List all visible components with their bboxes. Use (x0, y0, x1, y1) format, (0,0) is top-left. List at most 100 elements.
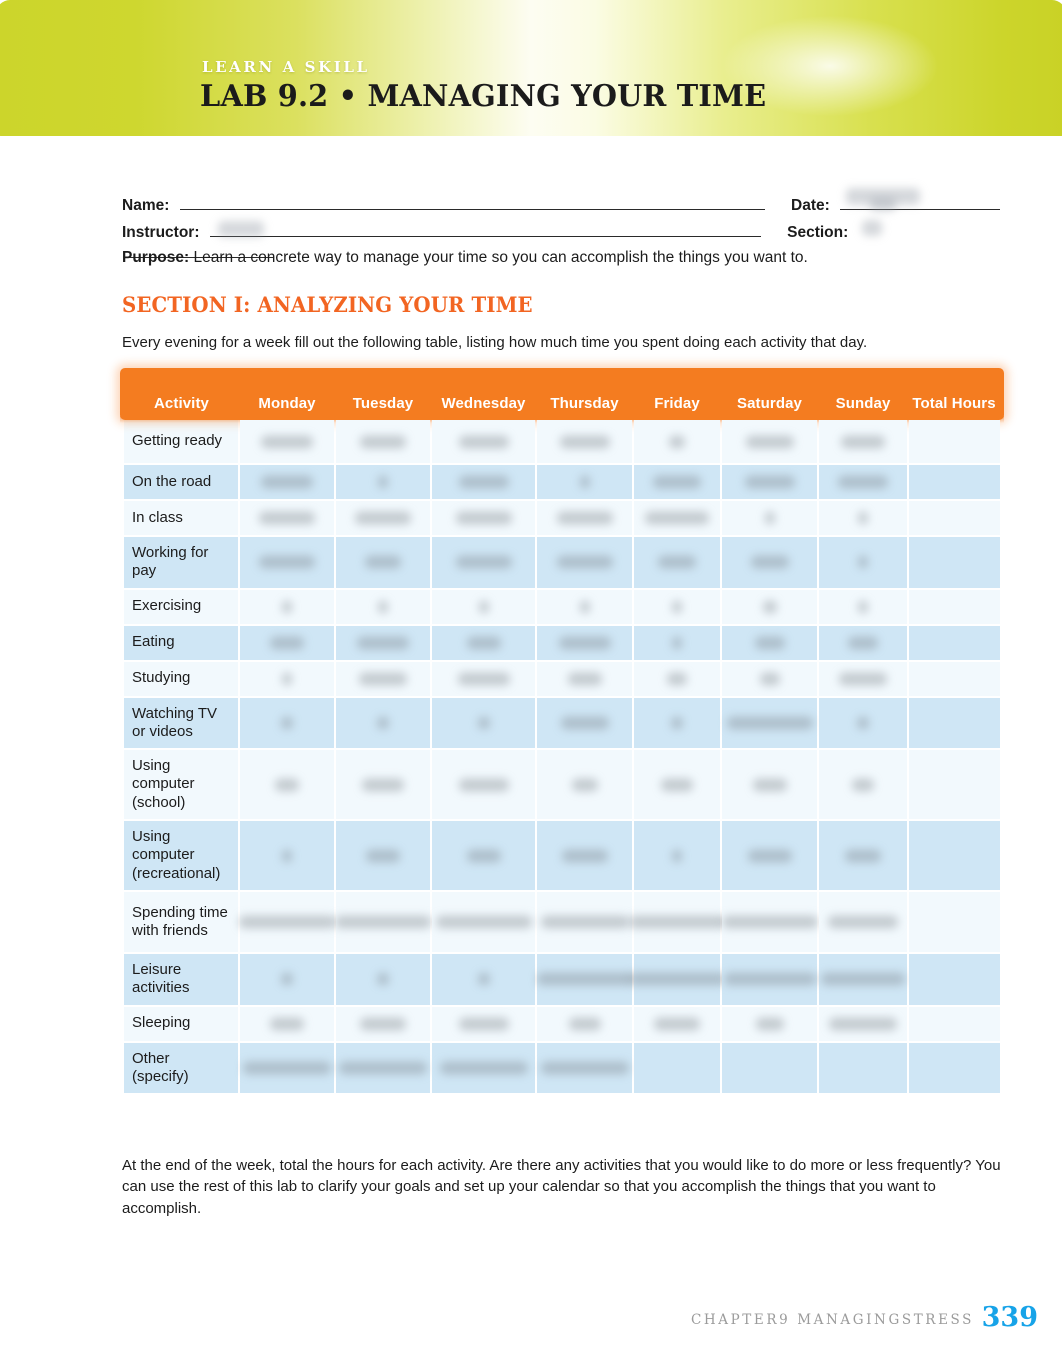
day-entry-cell[interactable] (335, 660, 432, 698)
day-entry-cell[interactable] (335, 1005, 432, 1043)
day-entry-cell[interactable] (721, 1041, 819, 1094)
day-entry-cell[interactable] (633, 624, 722, 662)
day-entry-cell[interactable] (431, 500, 537, 537)
day-entry-cell[interactable] (431, 660, 537, 698)
day-entry-cell[interactable] (431, 749, 537, 822)
day-entry-cell[interactable] (818, 588, 909, 626)
day-entry-cell[interactable] (536, 952, 634, 1007)
day-entry-cell[interactable] (721, 1005, 819, 1043)
day-entry-cell[interactable] (431, 464, 537, 501)
total-hours-cell[interactable] (908, 820, 1000, 892)
day-entry-cell[interactable] (239, 464, 336, 501)
day-entry-cell[interactable] (335, 464, 432, 501)
day-entry-cell[interactable] (335, 588, 432, 626)
day-entry-cell[interactable] (818, 696, 909, 751)
day-entry-cell[interactable] (721, 820, 819, 892)
day-entry-cell[interactable] (335, 420, 432, 465)
day-entry-cell[interactable] (239, 536, 336, 590)
day-entry-cell[interactable] (818, 624, 909, 662)
day-entry-cell[interactable] (536, 500, 634, 537)
day-entry-cell[interactable] (239, 1005, 336, 1043)
day-entry-cell[interactable] (335, 624, 432, 662)
day-entry-cell[interactable] (431, 588, 537, 626)
day-entry-cell[interactable] (721, 749, 819, 822)
day-entry-cell[interactable] (818, 890, 909, 954)
day-entry-cell[interactable] (239, 820, 336, 892)
day-entry-cell[interactable] (721, 890, 819, 954)
day-entry-cell[interactable] (818, 536, 909, 590)
day-entry-cell[interactable] (431, 536, 537, 590)
day-entry-cell[interactable] (818, 500, 909, 537)
day-entry-cell[interactable] (239, 660, 336, 698)
name-input-line[interactable] (179, 194, 765, 210)
total-hours-cell[interactable] (908, 500, 1000, 537)
day-entry-cell[interactable] (818, 464, 909, 501)
day-entry-cell[interactable] (239, 1041, 336, 1094)
instructor-input-line[interactable] (209, 221, 761, 237)
day-entry-cell[interactable] (536, 749, 634, 822)
day-entry-cell[interactable] (536, 420, 634, 465)
total-hours-cell[interactable] (908, 952, 1000, 1007)
day-entry-cell[interactable] (536, 536, 634, 590)
day-entry-cell[interactable] (633, 1041, 722, 1094)
day-entry-cell[interactable] (431, 624, 537, 662)
day-entry-cell[interactable] (536, 588, 634, 626)
total-hours-cell[interactable] (908, 1041, 1000, 1094)
total-hours-cell[interactable] (908, 1005, 1000, 1043)
day-entry-cell[interactable] (818, 660, 909, 698)
day-entry-cell[interactable] (536, 1005, 634, 1043)
day-entry-cell[interactable] (536, 1041, 634, 1094)
day-entry-cell[interactable] (721, 420, 819, 465)
day-entry-cell[interactable] (335, 749, 432, 822)
day-entry-cell[interactable] (536, 464, 634, 501)
day-entry-cell[interactable] (536, 820, 634, 892)
day-entry-cell[interactable] (721, 660, 819, 698)
day-entry-cell[interactable] (335, 1041, 432, 1094)
day-entry-cell[interactable] (721, 624, 819, 662)
day-entry-cell[interactable] (335, 952, 432, 1007)
day-entry-cell[interactable] (335, 696, 432, 751)
day-entry-cell[interactable] (431, 952, 537, 1007)
day-entry-cell[interactable] (431, 1041, 537, 1094)
day-entry-cell[interactable] (431, 696, 537, 751)
total-hours-cell[interactable] (908, 420, 1000, 465)
day-entry-cell[interactable] (239, 588, 336, 626)
day-entry-cell[interactable] (536, 696, 634, 751)
total-hours-cell[interactable] (908, 624, 1000, 662)
day-entry-cell[interactable] (431, 820, 537, 892)
day-entry-cell[interactable] (335, 820, 432, 892)
total-hours-cell[interactable] (908, 588, 1000, 626)
total-hours-cell[interactable] (908, 696, 1000, 751)
day-entry-cell[interactable] (629, 952, 725, 1007)
day-entry-cell[interactable] (633, 660, 722, 698)
day-entry-cell[interactable] (239, 624, 336, 662)
day-entry-cell[interactable] (721, 696, 819, 751)
day-entry-cell[interactable] (239, 696, 336, 751)
day-entry-cell[interactable] (818, 749, 909, 822)
day-entry-cell[interactable] (536, 660, 634, 698)
total-hours-cell[interactable] (908, 749, 1000, 822)
day-entry-cell[interactable] (239, 890, 336, 954)
day-entry-cell[interactable] (721, 500, 819, 537)
total-hours-cell[interactable] (908, 536, 1000, 590)
day-entry-cell[interactable] (721, 952, 819, 1007)
day-entry-cell[interactable] (633, 820, 722, 892)
total-hours-cell[interactable] (908, 890, 1000, 954)
day-entry-cell[interactable] (721, 588, 819, 626)
day-entry-cell[interactable] (633, 464, 722, 501)
total-hours-cell[interactable] (908, 464, 1000, 501)
day-entry-cell[interactable] (335, 500, 432, 537)
day-entry-cell[interactable] (633, 500, 722, 537)
day-entry-cell[interactable] (239, 952, 336, 1007)
day-entry-cell[interactable] (629, 890, 725, 954)
day-entry-cell[interactable] (536, 890, 634, 954)
day-entry-cell[interactable] (431, 420, 537, 465)
day-entry-cell[interactable] (818, 820, 909, 892)
day-entry-cell[interactable] (239, 420, 336, 465)
total-hours-cell[interactable] (908, 660, 1000, 698)
day-entry-cell[interactable] (431, 1005, 537, 1043)
day-entry-cell[interactable] (633, 536, 722, 590)
day-entry-cell[interactable] (633, 588, 722, 626)
day-entry-cell[interactable] (239, 749, 336, 822)
day-entry-cell[interactable] (239, 500, 336, 537)
